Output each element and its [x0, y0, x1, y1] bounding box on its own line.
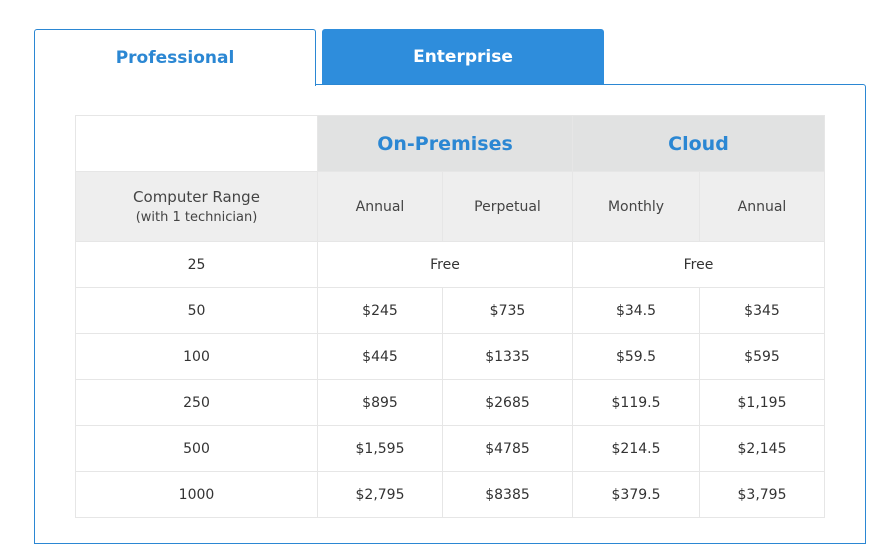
header-empty-cell — [75, 115, 318, 172]
cloud-monthly-price: $214.5 — [572, 425, 700, 472]
onprem-free-cell: Free — [317, 241, 573, 288]
group-header-row: On-Premises Cloud — [75, 115, 825, 172]
cloud-annual-price: $595 — [699, 333, 825, 380]
onprem-perpetual-price: $2685 — [442, 379, 573, 426]
cloud-monthly-price: $379.5 — [572, 471, 700, 518]
tab-enterprise-label: Enterprise — [413, 47, 513, 67]
cloud-free-cell: Free — [572, 241, 825, 288]
table-row: 100 $445 $1335 $59.5 $595 — [75, 333, 825, 380]
col-cloud-monthly: Monthly — [572, 171, 700, 242]
onprem-perpetual-price: $735 — [442, 287, 573, 334]
tab-enterprise[interactable]: Enterprise — [322, 29, 604, 85]
table-row: 50 $245 $735 $34.5 $345 — [75, 287, 825, 334]
range-cell: 500 — [75, 425, 318, 472]
cloud-annual-price: $2,145 — [699, 425, 825, 472]
tab-professional-label: Professional — [115, 48, 235, 68]
cloud-annual-price: $1,195 — [699, 379, 825, 426]
cloud-monthly-price: $34.5 — [572, 287, 700, 334]
table-row: 500 $1,595 $4785 $214.5 $2,145 — [75, 425, 825, 472]
cloud-annual-price: $3,795 — [699, 471, 825, 518]
onprem-perpetual-price: $8385 — [442, 471, 573, 518]
range-cell: 250 — [75, 379, 318, 426]
onprem-perpetual-price: $1335 — [442, 333, 573, 380]
tab-professional[interactable]: Professional — [34, 29, 316, 86]
onprem-annual-price: $895 — [317, 379, 443, 426]
range-cell: 100 — [75, 333, 318, 380]
col-onprem-annual: Annual — [317, 171, 443, 242]
onprem-annual-price: $245 — [317, 287, 443, 334]
range-header: Computer Range (with 1 technician) — [75, 171, 318, 242]
pricing-table: On-Premises Cloud Computer Range (with 1… — [75, 115, 825, 518]
col-onprem-perpetual: Perpetual — [442, 171, 573, 242]
range-cell: 25 — [75, 241, 318, 288]
table-row: 25 Free Free — [75, 241, 825, 288]
onprem-annual-price: $1,595 — [317, 425, 443, 472]
range-header-label: Computer Range — [133, 188, 260, 206]
table-row: 1000 $2,795 $8385 $379.5 $3,795 — [75, 471, 825, 518]
onprem-annual-price: $2,795 — [317, 471, 443, 518]
onprem-perpetual-price: $4785 — [442, 425, 573, 472]
onprem-annual-price: $445 — [317, 333, 443, 380]
group-on-premises: On-Premises — [317, 115, 573, 172]
range-cell: 50 — [75, 287, 318, 334]
cloud-monthly-price: $119.5 — [572, 379, 700, 426]
cloud-monthly-price: $59.5 — [572, 333, 700, 380]
col-cloud-annual: Annual — [699, 171, 825, 242]
column-header-row: Computer Range (with 1 technician) Annua… — [75, 171, 825, 242]
range-header-sublabel: (with 1 technician) — [135, 210, 258, 225]
cloud-annual-price: $345 — [699, 287, 825, 334]
range-cell: 1000 — [75, 471, 318, 518]
table-row: 250 $895 $2685 $119.5 $1,195 — [75, 379, 825, 426]
group-cloud: Cloud — [572, 115, 825, 172]
